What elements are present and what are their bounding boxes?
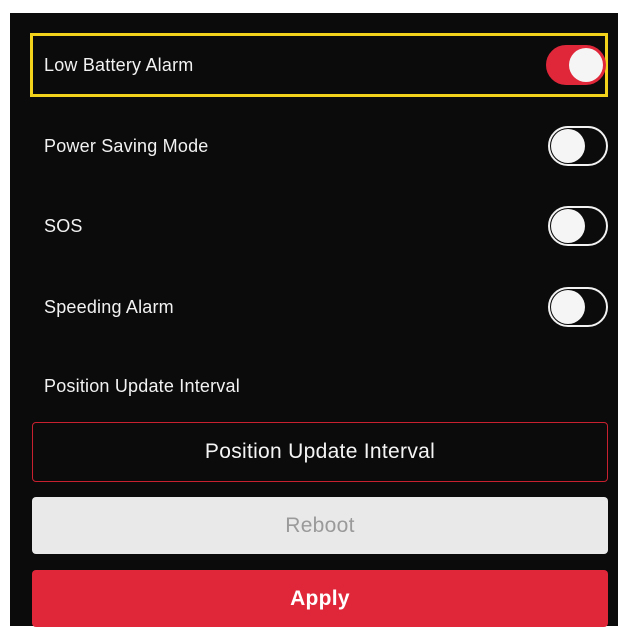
low-battery-alarm-label: Low Battery Alarm: [44, 54, 194, 75]
power-saving-mode-label: Power Saving Mode: [44, 135, 209, 156]
toggle-knob: [551, 290, 585, 324]
speeding-alarm-row[interactable]: Speeding Alarm: [30, 275, 608, 339]
power-saving-mode-toggle[interactable]: [548, 126, 608, 166]
toggle-knob: [551, 129, 585, 163]
sos-toggle[interactable]: [548, 206, 608, 246]
speeding-alarm-toggle[interactable]: [548, 287, 608, 327]
low-battery-alarm-toggle[interactable]: [546, 45, 606, 85]
low-battery-alarm-row[interactable]: Low Battery Alarm: [30, 33, 608, 97]
toggle-knob: [551, 209, 585, 243]
settings-screen: Low Battery Alarm Power Saving Mode SOS …: [10, 13, 618, 627]
power-saving-mode-row[interactable]: Power Saving Mode: [30, 114, 608, 178]
apply-button[interactable]: Apply: [32, 570, 608, 627]
speeding-alarm-label: Speeding Alarm: [44, 296, 174, 317]
sos-label: SOS: [44, 215, 83, 236]
toggle-knob: [569, 48, 603, 82]
position-update-interval-button[interactable]: Position Update Interval: [32, 422, 608, 482]
position-update-interval-heading: Position Update Interval: [44, 376, 240, 396]
sos-row[interactable]: SOS: [30, 194, 608, 258]
reboot-button[interactable]: Reboot: [32, 497, 608, 554]
